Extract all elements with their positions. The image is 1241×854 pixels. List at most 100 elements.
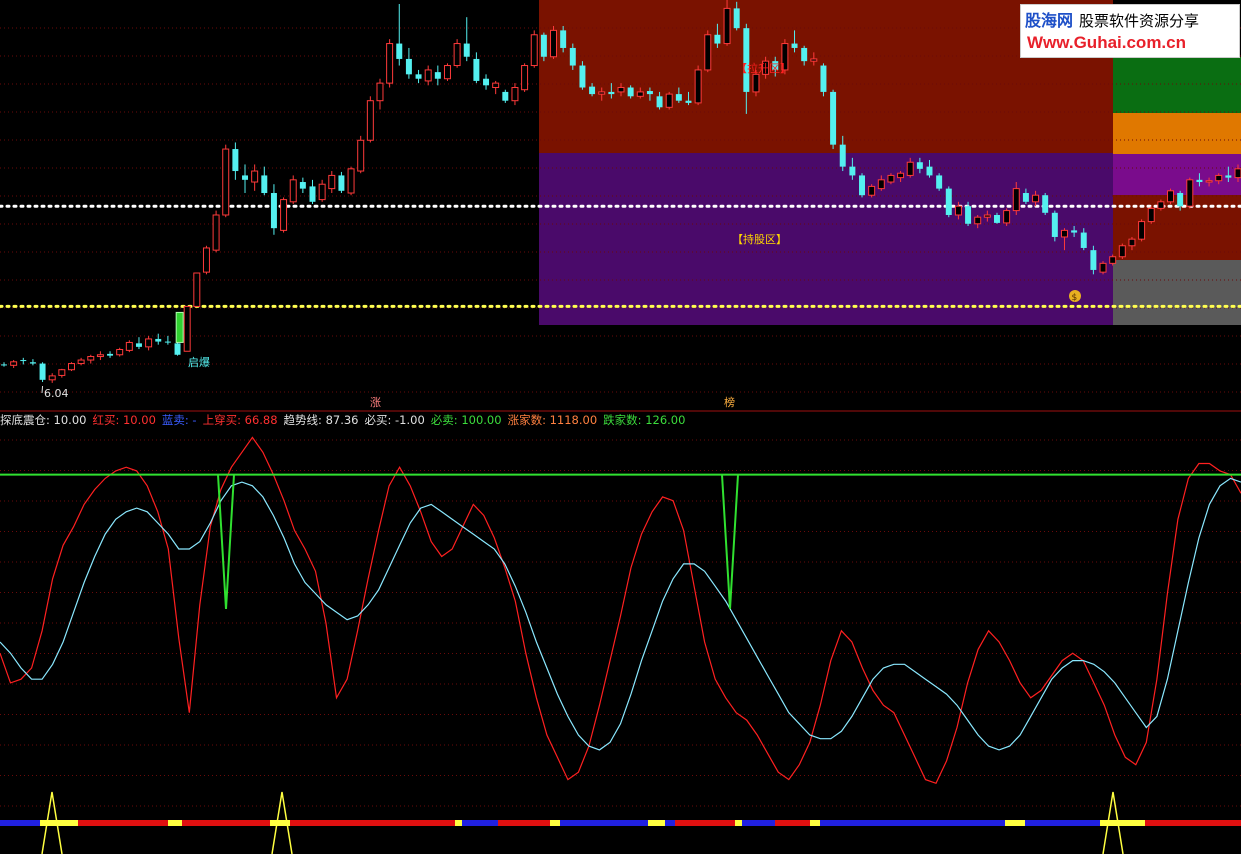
candle-body [502,91,509,101]
candle-body [424,69,432,82]
candle-body [483,78,490,86]
candle-body [328,174,336,190]
candle-body [636,91,644,97]
candle-body [569,47,576,66]
candle-body [1080,232,1087,248]
site-logo[interactable]: 股海网 股票软件资源分享 Www.Guhai.com.cn [1020,4,1240,58]
legend-item: 跌家数: 126.00 [603,413,686,427]
candle-body [155,338,162,342]
candle-body [1071,230,1078,233]
low-price-pointer [41,385,44,394]
candle-body [67,363,75,371]
candle-body [897,172,905,179]
candle-body [386,43,394,84]
candle-body [434,72,441,79]
candle-body [1147,207,1155,223]
candle-body [405,58,412,75]
legend-item: 上穿买: 66.88 [202,413,278,427]
candle-body [135,343,142,347]
candle-body [280,199,288,231]
candle-body [1032,194,1040,203]
candle-body [492,82,500,89]
candle-body [174,343,181,355]
candle-body [145,338,153,348]
candle-body [820,65,827,92]
candle-body [906,161,914,176]
candle-body [877,179,885,190]
candle-body [1109,256,1117,264]
series-line [0,436,1241,785]
candle-body [685,100,692,103]
candle-body [743,28,750,92]
signal-bar-segment [1005,820,1025,826]
axis-mark-up: 涨 [370,396,381,409]
candle-body [974,216,982,225]
candle-body [608,91,615,95]
candle-body [376,82,384,102]
candle-body [983,214,991,218]
candle-body [10,361,18,366]
candle-body [183,305,191,352]
candle-body [993,214,1000,223]
candle-body [463,43,470,57]
hold-zone-bg [539,153,1113,325]
candle-body [511,87,519,102]
logo-brand: 股海网 [1025,11,1074,30]
candle-body [849,166,856,176]
candle-body [916,162,923,169]
candle-body [694,69,702,104]
low-price-label: 6.04 [44,387,69,400]
candle-body [733,8,740,29]
legend-item: 红买: 10.00 [92,413,156,427]
candle-body [87,356,95,361]
hold-zone-label: 【持股区】 [732,232,787,246]
logo-brand-row: 股海网 股票软件资源分享 [1025,7,1199,31]
signal-bar-segment [78,820,168,826]
candle-body [1225,175,1232,178]
candle-body [116,348,124,356]
candle-body [1042,195,1049,213]
candle-body [39,363,46,380]
candle-body [107,353,114,356]
legend-item: 涨家数: 1118.00 [507,413,598,427]
signal-bar-segment [550,820,560,826]
pull-zone-label: 【拉升区】 [736,61,791,75]
candle-body [810,58,818,62]
candle-body [125,341,133,351]
candle-body [164,341,171,343]
axis-mark-rank: 榜 [724,395,735,409]
signal-bar-segment [648,820,665,826]
signal-bar-segment [40,820,78,826]
indicator-layer [0,436,1241,854]
candle-body [530,34,538,67]
signal-bar-segment [182,820,270,826]
candle-body [868,185,876,196]
candle-body [945,188,952,215]
zone-block-green [1113,57,1241,113]
candle-body [261,175,268,194]
candle-body [1090,250,1097,270]
candle-body [212,214,220,251]
candle-body [1,364,7,366]
candle-body [965,206,972,224]
candle-body [1099,262,1107,273]
candle-body [1060,229,1068,238]
candle-body [752,73,760,93]
candle-body [299,182,306,189]
candle-body [665,93,673,108]
signal-bar-segment [455,820,462,826]
candle-body [289,179,297,203]
candle-body [357,139,365,172]
candle-body [801,47,808,62]
candle-body [1003,210,1011,224]
candle-body [954,205,962,216]
candle-body [232,149,239,172]
candle-body [704,34,712,71]
candle-body [675,94,682,101]
candle-body [560,30,567,48]
candle-body [443,65,451,80]
signal-bar-segment [1145,820,1241,826]
candle-body [347,168,355,194]
svg-text:$: $ [1072,293,1078,303]
logo-url: Www.Guhai.com.cn [1027,33,1186,52]
